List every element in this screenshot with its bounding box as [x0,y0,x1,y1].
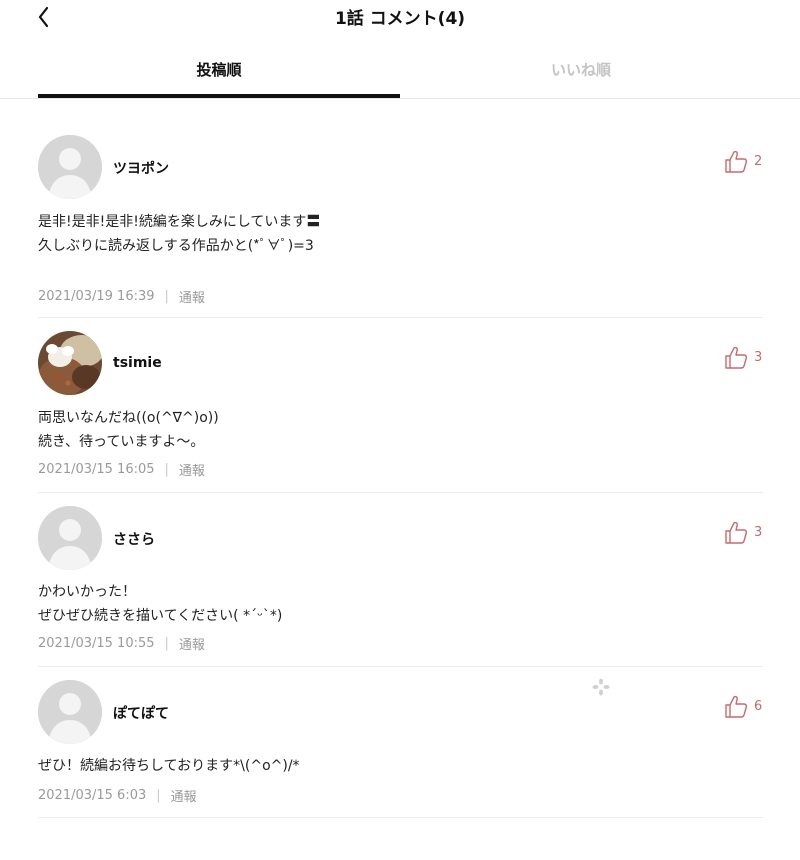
comment-body: かわいかった！ ぜひぜひ続きを描いてください( *´ᵕ`*) [38,584,283,624]
loading-spinner-icon [592,678,610,696]
comment-item: ささら 3 かわいかった！ ぜひぜひ続きを描いてください( *´ᵕ`*) 202… [38,492,763,667]
default-avatar-icon [38,135,102,199]
report-link[interactable]: 通報 [179,287,205,306]
comment-body: 両思いなんだね((o(^∇^)o)) 続き、待っていますよ〜。 [38,410,219,450]
tab-like-order[interactable]: いいね順 [400,44,762,94]
report-link[interactable]: 通報 [179,634,205,653]
thumbs-up-icon [725,150,748,173]
divider: | [164,289,169,304]
page-title: 1話 コメント(4) [334,9,466,29]
comment-item: ツヨポン 2 是非!是非!是非!続編を楽しみにしています〓 久しぶりに読み返しす… [38,120,763,318]
sort-tabs: 投稿順 いいね順 [0,44,800,99]
comment-body: 是非!是非!是非!続編を楽しみにしています〓 久しぶりに読み返しする作品かと(*… [38,214,321,254]
thumbs-up-icon [725,346,748,369]
timestamp: 2021/03/15 16:05 [38,462,155,477]
thumbs-up-icon [725,695,748,718]
like-count: 6 [754,698,763,714]
default-avatar-icon [38,506,102,570]
divider: | [156,788,161,803]
avatar[interactable] [38,680,102,744]
avatar[interactable] [38,135,102,199]
username[interactable]: ささら [113,529,155,549]
like-count: 3 [754,349,763,365]
like-button[interactable]: 6 [724,693,762,719]
avatar[interactable] [38,506,102,570]
username[interactable]: ぽてぽて [113,703,169,723]
like-count: 2 [754,153,763,169]
comment-item: tsimie 3 両思いなんだね((o(^∇^)o)) 続き、待っていますよ〜。… [38,317,763,493]
divider: | [164,462,169,477]
timestamp: 2021/03/15 10:55 [38,636,155,651]
comment-item: ぽてぽて 6 ぜひ！続編お待ちしております*\(^o^)/* 2021/03/1… [38,666,763,818]
divider: | [164,636,169,651]
comment-meta: 2021/03/15 6:03 | 通報 [38,786,197,805]
timestamp: 2021/03/19 16:39 [38,289,155,304]
like-count: 3 [754,524,763,540]
timestamp: 2021/03/15 6:03 [38,788,147,803]
comment-meta: 2021/03/15 10:55 | 通報 [38,634,205,653]
food-photo-avatar-icon [38,331,102,395]
report-link[interactable]: 通報 [179,460,205,479]
like-button[interactable]: 3 [724,344,762,370]
username[interactable]: tsimie [113,355,162,371]
like-button[interactable]: 3 [724,519,762,545]
comment-meta: 2021/03/15 16:05 | 通報 [38,460,205,479]
comment-meta: 2021/03/19 16:39 | 通報 [38,287,205,306]
username[interactable]: ツヨポン [113,158,169,178]
report-link[interactable]: 通報 [171,786,197,805]
comment-body: ぜひ！続編お待ちしております*\(^o^)/* [38,758,300,774]
thumbs-up-icon [725,521,748,544]
default-avatar-icon [38,680,102,744]
like-button[interactable]: 2 [724,148,762,174]
tab-post-order[interactable]: 投稿順 [38,44,400,98]
header-bar: 1話 コメント(4) [0,0,800,40]
avatar[interactable] [38,331,102,395]
